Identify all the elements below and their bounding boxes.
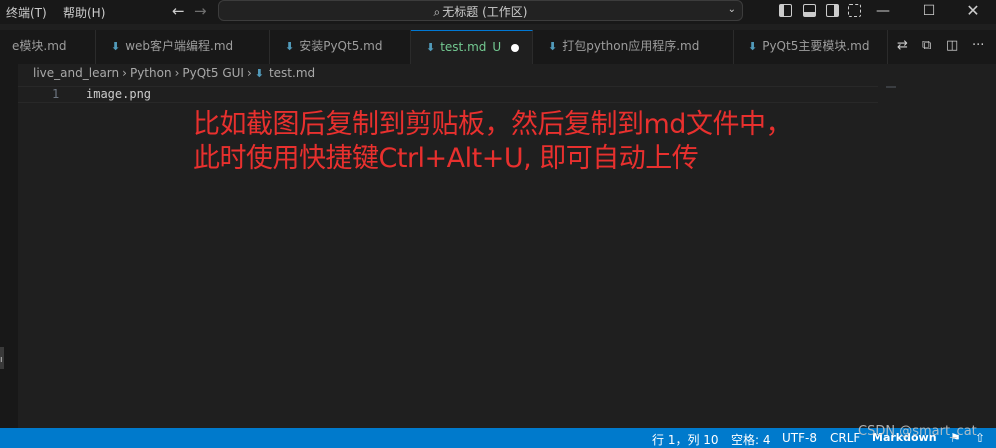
overview-ruler-mark bbox=[886, 86, 896, 88]
status-bar: 行 1，列 10 空格: 4 UTF-8 CRLF Markdown ⚑ ⇧ bbox=[0, 428, 996, 448]
encoding[interactable]: UTF-8 bbox=[782, 431, 817, 445]
forward-arrow-icon[interactable]: → bbox=[194, 2, 207, 20]
tab-test-md[interactable]: ⬇ test.md U bbox=[411, 30, 533, 64]
workspace-title: 无标题 (工作区) bbox=[442, 5, 528, 19]
tab-label: PyQt5主要模块.md bbox=[762, 39, 870, 53]
command-center-search[interactable]: ⌕ 无标题 (工作区) ⌄ bbox=[218, 0, 743, 21]
breadcrumb: live_and_learn › Python › PyQt5 GUI › ⬇ test.md bbox=[33, 66, 315, 80]
breadcrumb-item[interactable]: test.md bbox=[269, 66, 315, 80]
tab-label: 安装PyQt5.md bbox=[299, 39, 383, 53]
watermark: CSDN @smart_cat bbox=[858, 424, 977, 439]
menu-terminal[interactable]: 终端(T) bbox=[6, 4, 47, 21]
markdown-file-icon: ⬇ bbox=[548, 40, 558, 53]
untracked-badge: U bbox=[492, 40, 502, 54]
tab-label: e模块.md bbox=[12, 39, 67, 53]
annotation-text: 比如截图后复制到剪贴板，然后复制到md文件中， 此时使用快捷键Ctrl+Alt+… bbox=[193, 108, 792, 176]
open-preview-icon[interactable]: ⧉ bbox=[922, 38, 931, 53]
editor-actions: ⇄ ⧉ ◫ ··· bbox=[888, 30, 996, 64]
markdown-file-icon: ⬇ bbox=[748, 40, 758, 53]
compare-changes-icon[interactable]: ⇄ bbox=[897, 38, 908, 53]
breadcrumb-item[interactable]: Python bbox=[130, 66, 172, 80]
chevron-down-icon[interactable]: ⌄ bbox=[728, 4, 736, 15]
markdown-file-icon: ⬇ bbox=[426, 41, 436, 54]
tab-web-client[interactable]: ⬇ web客户端编程.md bbox=[96, 30, 270, 64]
tab-e-module[interactable]: e模块.md bbox=[0, 30, 96, 64]
markdown-file-icon: ⬇ bbox=[285, 40, 295, 53]
unsaved-dot-icon[interactable] bbox=[511, 43, 520, 52]
editor-tab-bar: e模块.md ⬇ web客户端编程.md ⬇ 安装PyQt5.md ⬇ test.md… bbox=[0, 30, 996, 64]
tab-label: web客户端编程.md bbox=[125, 39, 234, 53]
toggle-secondary-sidebar-icon[interactable] bbox=[826, 4, 839, 17]
activity-bar: ı bbox=[0, 64, 18, 428]
annotation-line-1: 比如截图后复制到剪贴板，然后复制到md文件中， bbox=[193, 109, 792, 140]
line-number: 1 bbox=[52, 87, 60, 101]
toggle-primary-sidebar-icon[interactable] bbox=[779, 4, 792, 17]
split-editor-icon[interactable]: ◫ bbox=[946, 38, 958, 53]
more-actions-icon[interactable]: ··· bbox=[972, 38, 984, 53]
title-bar: 终端(T) 帮助(H) ← → ⌕ 无标题 (工作区) ⌄ — ☐ ✕ bbox=[0, 0, 996, 24]
back-arrow-icon[interactable]: ← bbox=[172, 2, 185, 20]
indentation[interactable]: 空格: 4 bbox=[731, 431, 771, 448]
tab-package-python[interactable]: ⬇ 打包python应用程序.md bbox=[533, 30, 734, 64]
breadcrumb-separator: › bbox=[174, 66, 180, 80]
tab-label: test.md bbox=[440, 40, 487, 54]
activity-marker: ı bbox=[0, 355, 3, 365]
toggle-panel-icon[interactable] bbox=[803, 4, 816, 17]
breadcrumb-item[interactable]: live_and_learn bbox=[33, 66, 119, 80]
tab-install-pyqt5[interactable]: ⬇ 安装PyQt5.md bbox=[270, 30, 411, 64]
search-icon: ⌕ bbox=[433, 5, 441, 19]
minimize-button[interactable]: — bbox=[860, 0, 906, 24]
breadcrumb-item[interactable]: PyQt5 GUI bbox=[182, 66, 244, 80]
menu-help[interactable]: 帮助(H) bbox=[63, 4, 105, 21]
maximize-button[interactable]: ☐ bbox=[906, 0, 952, 24]
cursor-position[interactable]: 行 1，列 10 bbox=[652, 431, 719, 448]
markdown-file-icon: ⬇ bbox=[254, 67, 264, 80]
breadcrumb-separator: › bbox=[246, 66, 252, 80]
breadcrumb-separator: › bbox=[122, 66, 127, 80]
editor-line-text[interactable]: image.png bbox=[86, 87, 151, 101]
end-of-line[interactable]: CRLF bbox=[830, 431, 860, 445]
annotation-line-2: 此时使用快捷键Ctrl+Alt+U, 即可自动上传 bbox=[193, 143, 699, 174]
markdown-file-icon: ⬇ bbox=[111, 40, 121, 53]
close-button[interactable]: ✕ bbox=[950, 0, 996, 24]
tab-pyqt5-modules[interactable]: ⬇ PyQt5主要模块.md bbox=[734, 30, 888, 64]
tab-label: 打包python应用程序.md bbox=[562, 39, 700, 53]
